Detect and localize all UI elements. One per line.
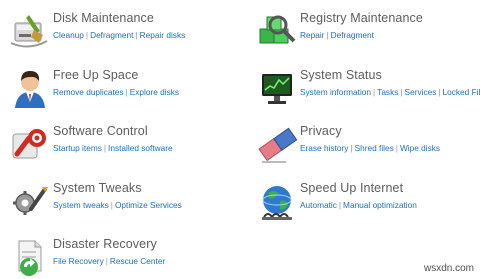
tile-system-status: System Status System information | Tasks | S… (256, 68, 480, 120)
locked-files-link[interactable]: Locked Files (443, 87, 480, 97)
system-information-link[interactable]: System information (300, 87, 371, 97)
startup-items-link[interactable]: Startup items (53, 143, 102, 153)
tile-title: Privacy (300, 124, 342, 138)
tile-links: Erase history | Shred files | Wipe disks (300, 143, 480, 154)
erase-history-link[interactable]: Erase history (300, 143, 348, 153)
software-control-icon (9, 124, 51, 166)
repair-link[interactable]: Repair (300, 30, 324, 40)
defragment-link[interactable]: Defragment (90, 30, 133, 40)
tile-title: Disaster Recovery (53, 237, 157, 251)
services-link[interactable]: Services (405, 87, 437, 97)
tile-title: Speed Up Internet (300, 181, 404, 195)
globe-icon (256, 181, 298, 223)
explore-disks-link[interactable]: Explore disks (130, 87, 179, 97)
tile-links: Automatic | Manual optimization (300, 200, 480, 211)
tile-links: Cleanup | Defragment | Repair disks (53, 30, 243, 41)
tile-links: Remove duplicates | Explore disks (53, 87, 243, 98)
registry-cubes-icon (256, 11, 298, 53)
watermark: wsxdn.com (423, 263, 474, 274)
tile-speed-up-internet: Speed Up Internet Automatic | Manual optim… (256, 181, 480, 233)
tile-title: Disk Maintenance (53, 11, 154, 25)
defragment-link[interactable]: Defragment (331, 30, 374, 40)
tile-disk-maintenance: Disk Maintenance Cleanup | Defragment | Repa… (9, 11, 241, 63)
tile-links: File Recovery | Rescue Center (53, 256, 243, 267)
tile-free-up-space: Free Up Space Remove duplicates | Explore … (9, 68, 241, 120)
monitor-icon (256, 68, 298, 110)
tile-links: Repair | Defragment (300, 30, 480, 41)
installed-software-link[interactable]: Installed software (108, 143, 173, 153)
disk-cleanup-icon (9, 11, 51, 53)
automatic-link[interactable]: Automatic (300, 200, 337, 210)
tile-privacy: Privacy Erase history | Shred files | Wipe d… (256, 124, 480, 176)
file-recovery-link[interactable]: File Recovery (53, 256, 104, 266)
tile-title: Free Up Space (53, 68, 139, 82)
tile-title: System Tweaks (53, 181, 142, 195)
repair-disks-link[interactable]: Repair disks (140, 30, 186, 40)
remove-duplicates-link[interactable]: Remove duplicates (53, 87, 124, 97)
tile-links: Startup items | Installed software (53, 143, 243, 154)
tile-links: System tweaks | Optimize Services (53, 200, 243, 211)
tools-icon (9, 181, 51, 223)
eraser-icon (256, 124, 298, 166)
user-icon (9, 68, 51, 110)
tile-title: Software Control (53, 124, 148, 138)
cleanup-link[interactable]: Cleanup (53, 30, 84, 40)
tile-links: System information | Tasks | Services | Locked… (300, 87, 480, 98)
rescue-center-link[interactable]: Rescue Center (110, 256, 165, 266)
manual-optimization-link[interactable]: Manual optimization (343, 200, 417, 210)
tile-registry-maintenance: Registry Maintenance Repair | Defragment (256, 11, 480, 63)
tile-disaster-recovery: Disaster Recovery File Recovery | Rescue C… (9, 237, 241, 279)
tile-title: System Status (300, 68, 382, 82)
tile-software-control: Software Control Startup items | Installed… (9, 124, 241, 176)
optimize-services-link[interactable]: Optimize Services (115, 200, 182, 210)
wipe-disks-link[interactable]: Wipe disks (400, 143, 440, 153)
tile-title: Registry Maintenance (300, 11, 423, 25)
tasks-link[interactable]: Tasks (377, 87, 398, 97)
recovery-icon (9, 237, 51, 279)
system-tweaks-link[interactable]: System tweaks (53, 200, 109, 210)
shred-files-link[interactable]: Shred files (355, 143, 394, 153)
tile-system-tweaks: System Tweaks System tweaks | Optimize Ser… (9, 181, 241, 233)
